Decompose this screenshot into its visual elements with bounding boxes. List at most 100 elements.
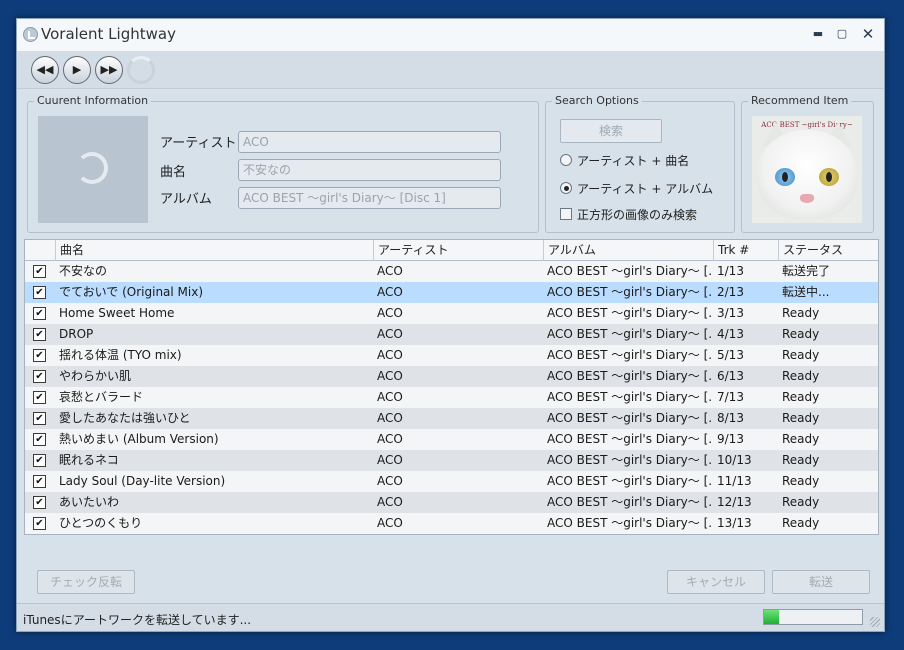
artist-album-radio[interactable] bbox=[560, 182, 572, 194]
cell-album: ACO BEST ～girl's Diary～ [... bbox=[547, 327, 713, 341]
resize-grip-icon[interactable] bbox=[870, 617, 880, 627]
app-window: Voralent Lightway ▬ ▢ ✕ ◀◀ ▶ ▶▶ Cuurent … bbox=[16, 18, 885, 632]
header-album[interactable]: アルバム bbox=[543, 240, 713, 261]
table-row[interactable]: ✔ 熱いめまい (Album Version) ACO ACO BEST ～girl'… bbox=[25, 429, 878, 450]
row-checkbox[interactable]: ✔ bbox=[33, 454, 46, 467]
cell-album: ACO BEST ～girl's Diary～ [... bbox=[547, 516, 713, 530]
square-only-label[interactable]: 正方形の画像のみ検索 bbox=[577, 206, 697, 223]
table-row[interactable]: ✔ DROP ACO ACO BEST ～girl's Diary～ [... 4/13… bbox=[25, 324, 878, 345]
app-logo-icon bbox=[23, 27, 38, 42]
table-row[interactable]: ✔ Lady Soul (Day-lite Version) ACO ACO BEST… bbox=[25, 471, 878, 492]
table-row[interactable]: ✔ やわらかい肌 ACO ACO BEST ～girl's Diary～ [... 6/… bbox=[25, 366, 878, 387]
table-row[interactable]: ✔ でておいで (Original Mix) ACO ACO BEST ～girl's… bbox=[25, 282, 878, 303]
cell-track: 7/13 bbox=[717, 390, 744, 404]
recommended-album-cover[interactable]: ACO BEST ~girl's Diary~ bbox=[752, 116, 862, 223]
row-checkbox[interactable]: ✔ bbox=[33, 391, 46, 404]
close-icon[interactable]: ✕ bbox=[858, 25, 878, 43]
invert-check-button[interactable]: チェック反転 bbox=[37, 570, 135, 594]
row-checkbox[interactable]: ✔ bbox=[33, 265, 46, 278]
cell-status: Ready bbox=[782, 390, 820, 404]
minimize-icon[interactable]: ▬ bbox=[808, 25, 828, 43]
title-bar[interactable]: Voralent Lightway ▬ ▢ ✕ bbox=[17, 19, 884, 51]
table-header: 曲名 アーティスト アルバム Trk # ステータス bbox=[25, 240, 878, 261]
table-row[interactable]: ✔ 揺れる体温 (TYO mix) ACO ACO BEST ～girl's Diar… bbox=[25, 345, 878, 366]
cell-artist: ACO bbox=[377, 369, 403, 383]
header-status[interactable]: ステータス bbox=[778, 240, 879, 261]
play-button[interactable]: ▶ bbox=[63, 56, 91, 84]
cell-title: やわらかい肌 bbox=[59, 369, 132, 383]
cell-status: Ready bbox=[782, 453, 820, 467]
loading-spinner-icon bbox=[127, 56, 155, 84]
cell-artist: ACO bbox=[377, 411, 403, 425]
header-check-column[interactable] bbox=[25, 240, 55, 261]
table-row[interactable]: ✔ Home Sweet Home ACO ACO BEST ～girl's Diar… bbox=[25, 303, 878, 324]
cell-status: Ready bbox=[782, 369, 820, 383]
table-row[interactable]: ✔ 愛したあなたは強いひと ACO ACO BEST ～girl's Diary～ [… bbox=[25, 408, 878, 429]
header-artist[interactable]: アーティスト bbox=[373, 240, 543, 261]
cat-nose bbox=[800, 194, 814, 203]
table-row[interactable]: ✔ ひとつのくもり ACO ACO BEST ～girl's Diary～ [... 1… bbox=[25, 513, 878, 534]
cell-album: ACO BEST ～girl's Diary～ [... bbox=[547, 348, 713, 362]
album-field[interactable]: ACO BEST ～girl's Diary～ [Disc 1] bbox=[238, 187, 501, 209]
cell-artist: ACO bbox=[377, 516, 403, 530]
table-row[interactable]: ✔ 哀愁とバラード ACO ACO BEST ～girl's Diary～ [... 7… bbox=[25, 387, 878, 408]
cell-track: 3/13 bbox=[717, 306, 744, 320]
cell-status: Ready bbox=[782, 516, 820, 530]
cell-artist: ACO bbox=[377, 285, 403, 299]
cat-face bbox=[757, 130, 857, 220]
row-checkbox[interactable]: ✔ bbox=[33, 307, 46, 320]
cell-track: 13/13 bbox=[717, 516, 752, 530]
cell-status: 転送中... bbox=[782, 285, 830, 299]
next-track-button[interactable]: ▶▶ bbox=[95, 56, 123, 84]
previous-track-button[interactable]: ◀◀ bbox=[31, 56, 59, 84]
table-row[interactable]: ✔ 不安なの ACO ACO BEST ～girl's Diary～ [... 1/13… bbox=[25, 261, 878, 282]
cell-title: Home Sweet Home bbox=[59, 306, 175, 320]
row-checkbox[interactable]: ✔ bbox=[33, 286, 46, 299]
maximize-icon[interactable]: ▢ bbox=[832, 25, 852, 43]
table-row[interactable]: ✔ あいたいわ ACO ACO BEST ～girl's Diary～ [... 12/… bbox=[25, 492, 878, 513]
cell-title: 不安なの bbox=[59, 264, 108, 278]
cell-title: でておいで (Original Mix) bbox=[59, 285, 204, 299]
cell-title: ひとつのくもり bbox=[59, 516, 143, 530]
artist-album-option-label[interactable]: アーティスト + アルバム bbox=[577, 180, 713, 197]
cell-track: 12/13 bbox=[717, 495, 752, 509]
cell-track: 4/13 bbox=[717, 327, 744, 341]
cell-album: ACO BEST ～girl's Diary～ [... bbox=[547, 369, 713, 383]
cell-track: 2/13 bbox=[717, 285, 744, 299]
cancel-button[interactable]: キャンセル bbox=[667, 570, 765, 594]
cell-artist: ACO bbox=[377, 327, 403, 341]
artist-label: アーティスト bbox=[160, 136, 237, 151]
cell-track: 1/13 bbox=[717, 264, 744, 278]
search-options-group: Search Options 検索 アーティスト + 曲名 アーティスト + ア… bbox=[545, 94, 735, 233]
square-only-checkbox[interactable] bbox=[560, 208, 572, 220]
cell-title: あいたいわ bbox=[59, 495, 120, 509]
transfer-button[interactable]: 転送 bbox=[772, 570, 870, 594]
row-checkbox[interactable]: ✔ bbox=[33, 328, 46, 341]
row-checkbox[interactable]: ✔ bbox=[33, 475, 46, 488]
cell-title: 哀愁とバラード bbox=[59, 390, 144, 404]
row-checkbox[interactable]: ✔ bbox=[33, 517, 46, 530]
row-checkbox[interactable]: ✔ bbox=[33, 433, 46, 446]
cell-album: ACO BEST ～girl's Diary～ [... bbox=[547, 432, 713, 446]
row-checkbox[interactable]: ✔ bbox=[33, 412, 46, 425]
cell-title: 熱いめまい (Album Version) bbox=[59, 432, 219, 446]
artist-title-option-label[interactable]: アーティスト + 曲名 bbox=[577, 152, 689, 169]
cell-album: ACO BEST ～girl's Diary～ [... bbox=[547, 285, 713, 299]
search-button[interactable]: 検索 bbox=[560, 119, 662, 143]
row-checkbox[interactable]: ✔ bbox=[33, 349, 46, 362]
cell-artist: ACO bbox=[377, 264, 403, 278]
cell-artist: ACO bbox=[377, 390, 403, 404]
row-checkbox[interactable]: ✔ bbox=[33, 370, 46, 383]
title-field[interactable]: 不安なの bbox=[238, 159, 501, 181]
artist-field[interactable]: ACO bbox=[238, 131, 501, 153]
row-checkbox[interactable]: ✔ bbox=[33, 496, 46, 509]
window-title: Voralent Lightway bbox=[41, 25, 176, 43]
artwork-placeholder bbox=[38, 116, 148, 223]
header-track[interactable]: Trk # bbox=[713, 240, 778, 261]
artist-title-radio[interactable] bbox=[560, 154, 572, 166]
table-row[interactable]: ✔ 眠れるネコ ACO ACO BEST ～girl's Diary～ [... 10/… bbox=[25, 450, 878, 471]
cell-status: Ready bbox=[782, 306, 820, 320]
progress-fill bbox=[764, 610, 779, 624]
status-message: iTunesにアートワークを転送しています... bbox=[23, 613, 252, 627]
header-title[interactable]: 曲名 bbox=[55, 240, 373, 261]
